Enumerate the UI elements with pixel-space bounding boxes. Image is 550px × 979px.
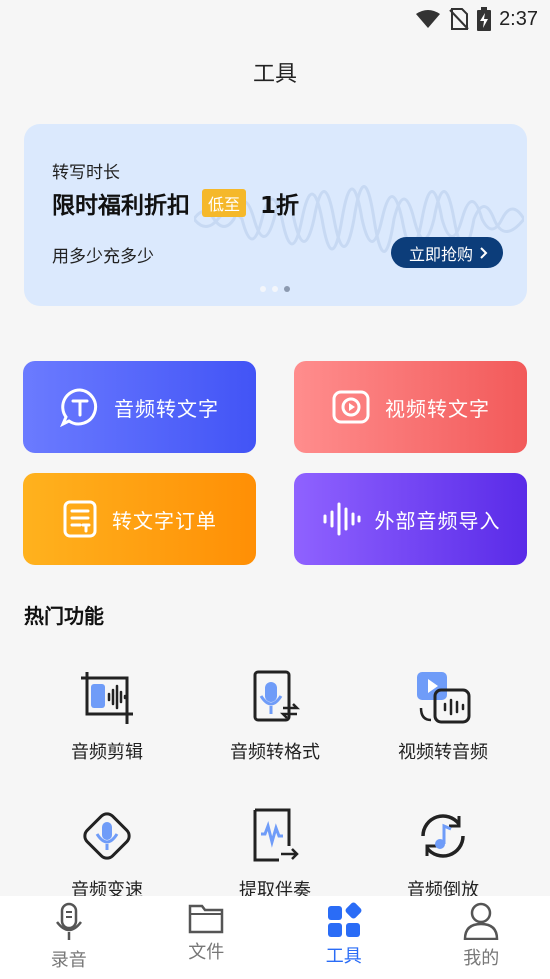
- nav-label: 录音: [50, 950, 87, 971]
- feature-audio-reverse[interactable]: 音频倒放: [359, 806, 527, 902]
- buy-now-button[interactable]: 立即抢购: [390, 237, 503, 268]
- document-list-icon: [63, 500, 97, 538]
- banner-description: 用多少充多少: [52, 247, 154, 267]
- feature-label: 音频剪辑: [71, 742, 143, 763]
- nav-item-files[interactable]: 文件: [138, 896, 276, 979]
- status-bar: 2:37: [0, 0, 550, 38]
- transcription-orders-card[interactable]: 转文字订单: [23, 473, 256, 565]
- status-time: 2:37: [499, 7, 538, 30]
- external-audio-import-card[interactable]: 外部音频导入: [294, 473, 527, 565]
- nav-label: 我的: [463, 948, 500, 969]
- wifi-icon: [416, 10, 441, 28]
- carousel-dot[interactable]: [272, 286, 278, 292]
- banner-title: 限时福利折扣: [52, 193, 190, 219]
- feature-audio-crop[interactable]: 音频剪辑: [23, 668, 191, 764]
- discount-badge: 低至: [202, 189, 247, 217]
- no-sim-icon: [449, 8, 469, 30]
- carousel-dots: [260, 286, 290, 292]
- audio-waveform-icon: [323, 502, 360, 536]
- page-title: 工具: [252, 62, 297, 87]
- speech-bubble-t-icon: [60, 388, 98, 427]
- nav-item-tools[interactable]: 工具: [275, 896, 413, 979]
- carousel-dot-active[interactable]: [284, 286, 290, 292]
- hot-features-title: 热门功能: [24, 604, 104, 628]
- bottom-nav: 录音 文件 工具 我的: [0, 896, 550, 979]
- microphone-icon: [55, 902, 82, 940]
- video-to-text-label: 视频转文字: [385, 396, 490, 421]
- feature-label: 音频转格式: [230, 742, 320, 763]
- battery-charging-icon: [477, 7, 492, 31]
- nav-item-record[interactable]: 录音: [0, 896, 138, 979]
- chevron-right-icon: [480, 246, 488, 259]
- video-play-icon: [332, 390, 370, 424]
- video-to-text-card[interactable]: 视频转文字: [294, 361, 527, 453]
- nav-item-me[interactable]: 我的: [413, 896, 550, 979]
- tools-grid-icon: [327, 902, 362, 937]
- feature-extract-accompaniment[interactable]: 提取伴奏: [191, 806, 359, 902]
- nav-label: 工具: [325, 946, 362, 967]
- person-icon: [463, 902, 499, 940]
- folder-icon: [189, 904, 224, 934]
- extract-accompaniment-icon: [253, 808, 299, 862]
- audio-speed-icon: [83, 812, 131, 860]
- nav-label: 文件: [188, 942, 225, 963]
- audio-reverse-icon: [421, 814, 465, 858]
- promo-banner[interactable]: 转写时长 限时福利折扣 低至 1折 用多少充多少 立即抢购: [24, 124, 527, 306]
- banner-title-row: 限时福利折扣 低至 1折: [52, 186, 299, 220]
- carousel-dot[interactable]: [260, 286, 266, 292]
- video-to-audio-icon: [417, 672, 471, 724]
- banner-deal: 1折: [260, 193, 300, 219]
- audio-to-text-label: 音频转文字: [114, 396, 219, 421]
- feature-label: 视频转音频: [398, 742, 488, 763]
- feature-video-to-audio[interactable]: 视频转音频: [359, 668, 527, 764]
- feature-audio-speed[interactable]: 音频变速: [23, 806, 191, 902]
- audio-format-convert-icon: [253, 670, 301, 722]
- external-audio-import-label: 外部音频导入: [374, 508, 501, 533]
- feature-audio-format-convert[interactable]: 音频转格式: [191, 668, 359, 764]
- buy-now-label: 立即抢购: [408, 244, 473, 264]
- audio-to-text-card[interactable]: 音频转文字: [23, 361, 256, 453]
- banner-subtitle: 转写时长: [52, 163, 120, 183]
- transcription-orders-label: 转文字订单: [112, 508, 217, 533]
- audio-crop-icon: [81, 672, 133, 724]
